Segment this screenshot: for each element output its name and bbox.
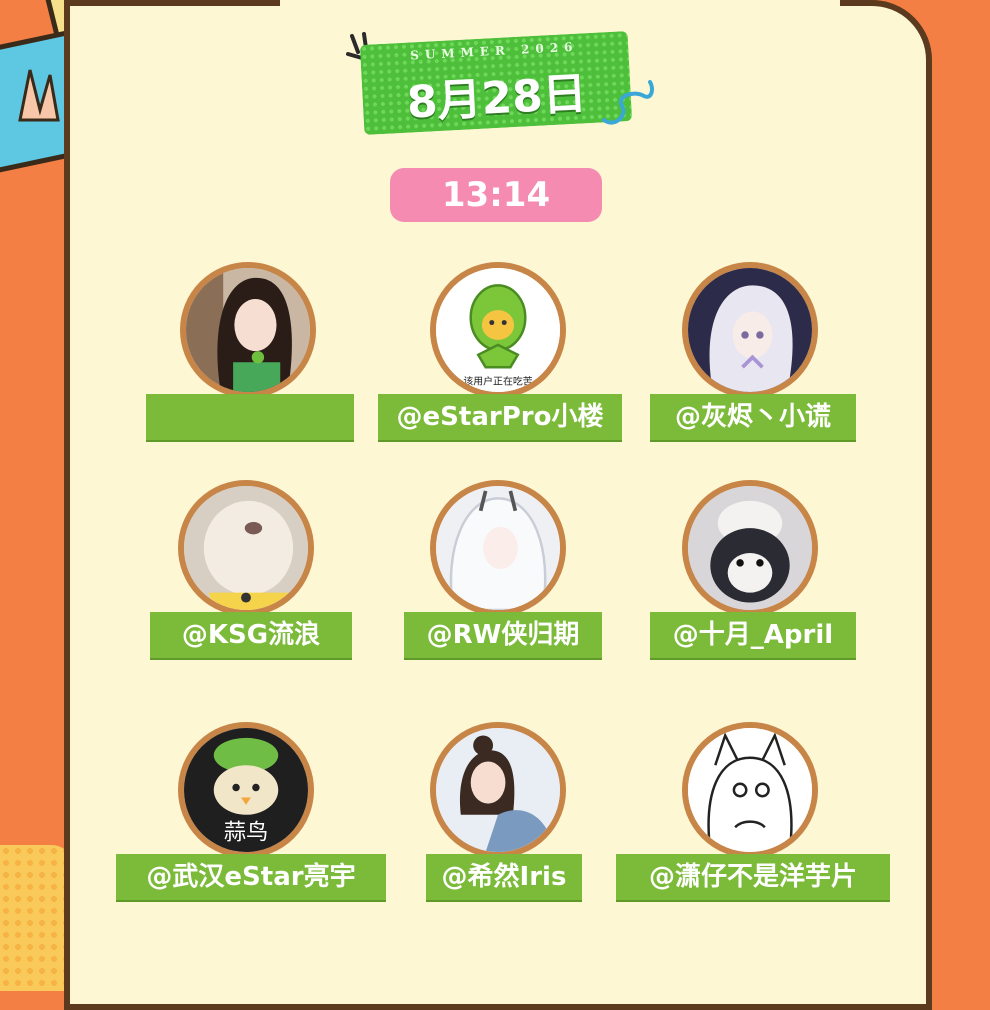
profile-card[interactable] — [128, 262, 368, 452]
sketch-cat-girl-icon — [688, 728, 812, 852]
profile-card[interactable]: @RW侠归期 — [378, 480, 618, 670]
avatar[interactable] — [682, 262, 818, 398]
avatar[interactable] — [430, 722, 566, 858]
anime-white-hair-icon — [688, 268, 812, 392]
date-banner: SUMMER 2026 8月28日 — [359, 31, 633, 135]
profile-name-tag: @武汉eStar亮宇 — [116, 854, 386, 900]
avatar[interactable]: 蒜鸟 — [178, 722, 314, 858]
avatar-caption: 该用户正在吃苦 — [463, 375, 532, 388]
profile-card[interactable]: 该用户正在吃苦 @eStarPro小楼 — [378, 262, 622, 452]
girl-bun-photo-icon — [436, 728, 560, 852]
avatar[interactable] — [682, 480, 818, 616]
profile-name-tag: @十月_April — [650, 612, 856, 658]
profile-card[interactable]: @潇仔不是洋芋片 — [616, 722, 890, 912]
penguin-photo-icon — [688, 486, 812, 610]
date-title: 8月28日 — [405, 68, 588, 129]
profile-card[interactable]: @KSG流浪 — [128, 480, 368, 670]
squiggle-icon — [602, 80, 654, 125]
girl-photo-icon — [186, 268, 310, 392]
avatar[interactable] — [180, 262, 316, 398]
avatar-caption: 蒜鸟 — [224, 820, 269, 846]
profile-name-tag — [146, 394, 354, 440]
avatar[interactable] — [430, 480, 566, 616]
profile-name-tag: @潇仔不是洋芋片 — [616, 854, 890, 900]
avatar[interactable] — [178, 480, 314, 616]
profile-card[interactable]: 蒜鸟 @武汉eStar亮宇 — [116, 722, 386, 912]
dotted-decoration — [0, 845, 72, 991]
profile-name-tag: @灰烬丶小谎 — [650, 394, 856, 440]
profile-card[interactable]: @灰烬丶小谎 — [630, 262, 870, 452]
durian-mascot-icon: 该用户正在吃苦 — [436, 268, 560, 392]
garlic-bird-icon: 蒜鸟 — [184, 728, 308, 852]
profile-card[interactable]: @十月_April — [630, 480, 870, 670]
profile-name-tag: @RW侠归期 — [404, 612, 602, 658]
anime-silver-hair-icon — [436, 486, 560, 610]
profile-name-tag: @希然Iris — [426, 854, 582, 900]
avatar[interactable]: 该用户正在吃苦 — [430, 262, 566, 398]
cat-photo-icon — [184, 486, 308, 610]
profile-name-tag: @KSG流浪 — [150, 612, 352, 658]
time-badge: 13:14 — [390, 168, 602, 222]
profile-name-tag: @eStarPro小楼 — [378, 394, 622, 440]
avatar[interactable] — [682, 722, 818, 858]
